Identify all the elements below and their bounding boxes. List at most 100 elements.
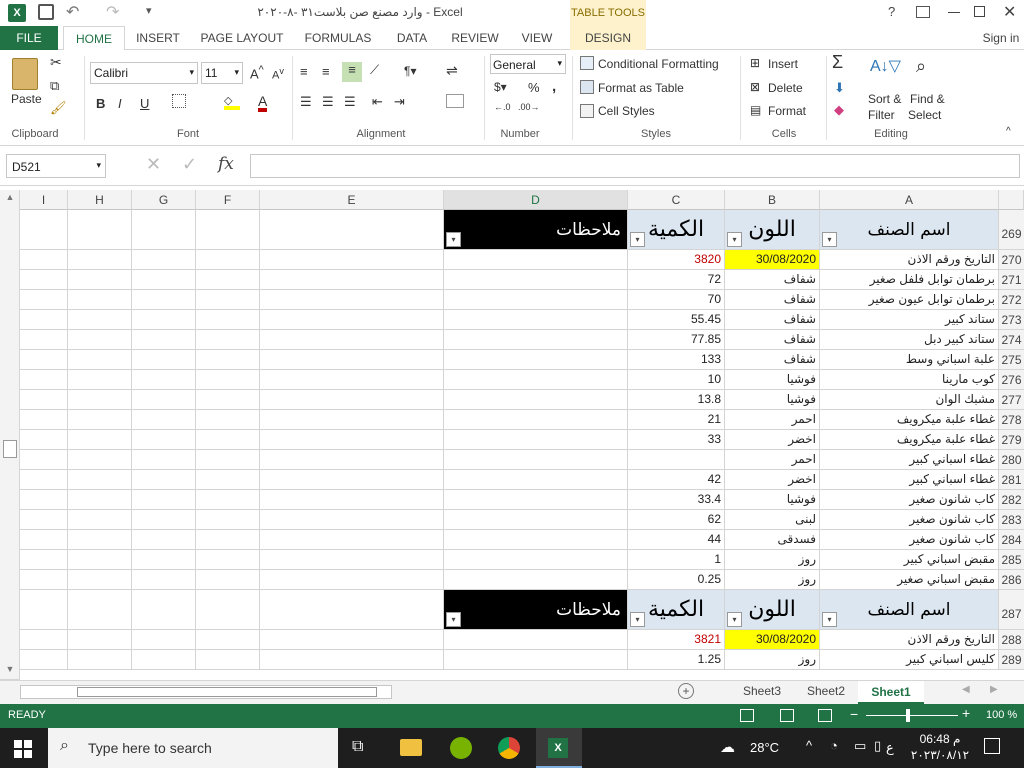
row-header[interactable]: 285 — [999, 550, 1024, 570]
rtl-text-icon[interactable]: ¶▾ — [404, 64, 416, 78]
table-cell-name[interactable]: التاريخ ورقم الاذن — [820, 630, 999, 650]
table-cell-qty[interactable]: 1 — [628, 550, 725, 570]
align-left-icon[interactable]: ☰ — [300, 94, 312, 110]
sheet-tab-sheet2[interactable]: Sheet2 — [798, 684, 854, 698]
normal-view-icon[interactable] — [740, 709, 754, 722]
table-cell-notes[interactable] — [444, 550, 628, 570]
format-cells-icon[interactable]: ▤ — [750, 103, 761, 117]
table-cell-qty[interactable] — [628, 450, 725, 470]
grid-cell[interactable] — [260, 510, 444, 530]
row-header[interactable]: 272 — [999, 290, 1024, 310]
table-header-name[interactable]: اسم الصنف — [820, 210, 999, 250]
grid-cell[interactable] — [196, 330, 260, 350]
table-cell-color[interactable]: شفاف — [725, 310, 820, 330]
fill-color-icon[interactable]: ◇ — [224, 94, 240, 110]
table-cell-notes[interactable] — [444, 490, 628, 510]
grid-cell[interactable] — [132, 250, 196, 270]
grid-cell[interactable] — [196, 370, 260, 390]
grid-cell[interactable] — [260, 490, 444, 510]
table-cell-qty[interactable]: 55.45 — [628, 310, 725, 330]
grid-cell[interactable] — [68, 550, 132, 570]
grid-cell[interactable] — [260, 470, 444, 490]
table-cell-color[interactable]: شفاف — [725, 350, 820, 370]
row-header[interactable]: 270 — [999, 250, 1024, 270]
grid-cell[interactable] — [68, 470, 132, 490]
row-header[interactable]: 271 — [999, 270, 1024, 290]
undo-icon[interactable]: ↶ — [66, 2, 79, 22]
grid-cell[interactable] — [260, 310, 444, 330]
filter-button-color[interactable]: ▾ — [727, 232, 742, 247]
grid-cell[interactable] — [68, 570, 132, 590]
row-header[interactable]: 280 — [999, 450, 1024, 470]
sheet-tab-sheet3[interactable]: Sheet3 — [734, 684, 790, 698]
grid-cell[interactable] — [260, 410, 444, 430]
table-cell-color[interactable]: شفاف — [725, 270, 820, 290]
table-cell-notes[interactable] — [444, 630, 628, 650]
grid-cell[interactable] — [260, 630, 444, 650]
table-cell-notes[interactable] — [444, 410, 628, 430]
borders-icon[interactable] — [172, 94, 186, 108]
filter-button-notes[interactable]: ▾ — [446, 232, 461, 247]
table-cell-date[interactable]: 30/08/2020 — [725, 630, 820, 650]
grid-cell[interactable] — [260, 330, 444, 350]
format-painter-icon[interactable]: 🖌 — [50, 100, 67, 116]
grid-cell[interactable] — [196, 430, 260, 450]
sign-in-link[interactable]: Sign in — [978, 26, 1024, 50]
grid-cell[interactable] — [132, 330, 196, 350]
decrease-decimal-icon[interactable]: .00→ — [518, 102, 540, 112]
grid-cell[interactable] — [20, 450, 68, 470]
file-explorer-icon[interactable] — [400, 739, 422, 756]
table-header-name[interactable]: اسم الصنف — [820, 590, 999, 630]
table-cell-color[interactable]: اخضر — [725, 470, 820, 490]
tab-design[interactable]: DESIGN — [570, 26, 646, 50]
column-header-g[interactable]: G — [132, 190, 196, 210]
grid-cell[interactable] — [196, 550, 260, 570]
accounting-format-icon[interactable]: $▾ — [494, 80, 507, 94]
minimize-icon[interactable] — [948, 12, 960, 13]
table-cell-color[interactable]: فسدقى — [725, 530, 820, 550]
grid-cell[interactable] — [20, 590, 68, 630]
table-cell-qty[interactable]: 77.85 — [628, 330, 725, 350]
scroll-thumb[interactable] — [3, 440, 17, 458]
cut-icon[interactable]: ✂ — [50, 54, 62, 71]
grid-cell[interactable] — [20, 510, 68, 530]
table-cell-notes[interactable] — [444, 510, 628, 530]
row-header[interactable]: 269 — [999, 210, 1024, 250]
grid-cell[interactable] — [196, 510, 260, 530]
table-cell-qty[interactable]: 10 — [628, 370, 725, 390]
table-cell-name[interactable]: برطمان توابل عيون صغير — [820, 290, 999, 310]
tab-insert[interactable]: INSERT — [130, 26, 186, 50]
grid-cell[interactable] — [196, 530, 260, 550]
grid-cell[interactable] — [20, 470, 68, 490]
row-header[interactable]: 278 — [999, 410, 1024, 430]
align-bottom-icon[interactable]: ≡ — [342, 62, 362, 82]
comma-style-button[interactable]: , — [552, 78, 556, 95]
table-cell-notes[interactable] — [444, 390, 628, 410]
grid-cell[interactable] — [260, 350, 444, 370]
weather-icon[interactable]: ☁ — [720, 738, 735, 756]
grid-cell[interactable] — [132, 510, 196, 530]
grid-cell[interactable] — [196, 290, 260, 310]
table-cell-qty[interactable]: 13.8 — [628, 390, 725, 410]
grid-cell[interactable] — [132, 650, 196, 670]
row-header[interactable]: 274 — [999, 330, 1024, 350]
table-cell-qty[interactable]: 3821 — [628, 630, 725, 650]
table-cell-color[interactable]: روز — [725, 650, 820, 670]
table-cell-name[interactable]: كليس اسباني كبير — [820, 650, 999, 670]
grid-cell[interactable] — [68, 590, 132, 630]
row-header[interactable]: 286 — [999, 570, 1024, 590]
page-break-view-icon[interactable] — [818, 709, 832, 722]
network-icon[interactable]: ▭ — [854, 738, 866, 754]
tab-review[interactable]: REVIEW — [446, 26, 504, 50]
insert-cells-icon[interactable]: ⊞ — [750, 56, 760, 70]
italic-button[interactable]: I — [118, 96, 122, 111]
grid-cell[interactable] — [132, 430, 196, 450]
copy-icon[interactable]: ⧉ — [50, 78, 59, 94]
table-cell-color[interactable]: اخضر — [725, 430, 820, 450]
grid-cell[interactable] — [132, 630, 196, 650]
taskbar-time[interactable]: 06:48 م — [910, 732, 970, 746]
table-cell-qty[interactable]: 21 — [628, 410, 725, 430]
grid-cell[interactable] — [260, 530, 444, 550]
table-cell-name[interactable]: مشبك الوان — [820, 390, 999, 410]
grid-cell[interactable] — [20, 350, 68, 370]
